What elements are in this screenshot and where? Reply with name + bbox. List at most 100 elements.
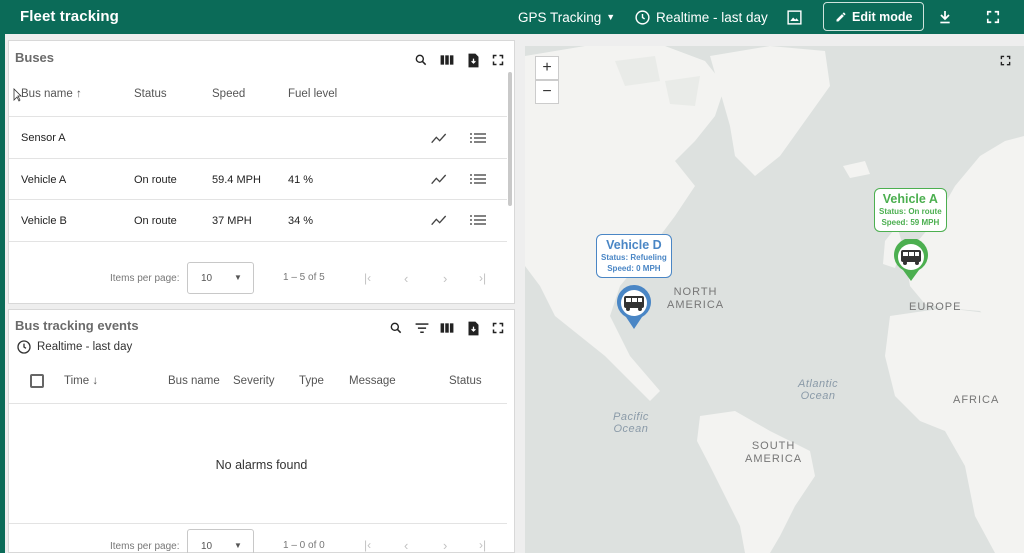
clock-icon xyxy=(635,9,650,25)
divider xyxy=(9,199,507,200)
cell-speed: 59.4 MPH xyxy=(212,174,261,186)
map-label-north-america: NORTH AMERICA xyxy=(667,286,725,311)
edit-mode-label: Edit mode xyxy=(852,9,913,24)
zoom-out-button[interactable]: − xyxy=(535,80,559,104)
previous-page-icon[interactable]: ‹ xyxy=(404,538,408,553)
clock-icon xyxy=(17,340,31,354)
page-range: 1 – 0 of 0 xyxy=(283,540,325,551)
details-list-icon[interactable] xyxy=(470,212,486,228)
columns-icon[interactable] xyxy=(439,52,455,68)
map-label-europe: EUROPE xyxy=(909,301,962,313)
bus-marker-icon xyxy=(894,238,928,281)
map-label-south-america: SOUTH AMERICA xyxy=(745,440,803,465)
dashboard-state-label: GPS Tracking xyxy=(518,9,602,25)
cell-status: On route xyxy=(134,174,177,186)
edit-mode-button[interactable]: Edit mode xyxy=(823,2,925,31)
fullscreen-icon[interactable] xyxy=(490,52,506,68)
cell-speed: 37 MPH xyxy=(212,215,252,227)
divider xyxy=(9,116,507,117)
details-list-icon[interactable] xyxy=(470,130,486,146)
download-button[interactable] xyxy=(937,0,953,34)
cell-bus-name: Vehicle B xyxy=(21,215,67,227)
bus-marker-icon xyxy=(617,285,651,329)
export-file-icon[interactable] xyxy=(465,320,481,336)
column-header-bus-name[interactable]: Bus name ↑ xyxy=(21,88,82,100)
map-fullscreen-icon[interactable] xyxy=(997,52,1013,68)
pencil-icon xyxy=(836,11,846,21)
items-per-page-select[interactable]: 10 ▼ xyxy=(187,529,254,553)
search-icon[interactable] xyxy=(413,52,429,68)
map-widget[interactable]: NORTH AMERICA EUROPE AFRICA SOUTH AMERICA … xyxy=(525,46,1024,553)
items-per-page-value: 10 xyxy=(201,541,213,552)
first-page-icon[interactable]: |‹ xyxy=(364,271,371,285)
empty-state-text: No alarms found xyxy=(215,458,308,472)
column-header-bus-name[interactable]: Bus name xyxy=(168,375,220,387)
vehicle-name: Vehicle A xyxy=(882,192,938,206)
columns-icon[interactable] xyxy=(439,320,455,336)
vehicle-a-tooltip: Vehicle A Status: On route Speed: 59 MPH xyxy=(874,188,947,232)
cell-status: On route xyxy=(134,215,177,227)
details-list-icon[interactable] xyxy=(470,171,486,187)
fullscreen-icon[interactable] xyxy=(490,320,506,336)
dropdown-arrow-icon: ▼ xyxy=(606,12,616,22)
chart-icon[interactable] xyxy=(431,171,447,187)
cell-bus-name: Vehicle A xyxy=(21,174,67,186)
buses-title: Buses xyxy=(15,50,55,65)
select-all-checkbox[interactable] xyxy=(30,374,44,388)
vehicle-speed: Speed: 59 MPH xyxy=(881,218,940,227)
vehicle-d-marker[interactable] xyxy=(614,285,654,336)
column-header-status[interactable]: Status xyxy=(134,88,167,100)
column-header-status[interactable]: Status xyxy=(449,375,482,387)
top-toolbar: Fleet tracking GPS Tracking ▼ Realtime -… xyxy=(0,0,1024,34)
filter-icon[interactable] xyxy=(414,320,430,336)
column-header-type[interactable]: Type xyxy=(299,375,324,387)
sidebar-strip xyxy=(0,34,5,553)
dashboard-state-select[interactable]: GPS Tracking ▼ xyxy=(518,0,615,34)
vehicle-name: Vehicle D xyxy=(606,238,662,252)
download-icon xyxy=(940,11,950,24)
timewindow-label: Realtime - last day xyxy=(656,9,768,25)
items-per-page-label: Items per page: xyxy=(110,541,180,552)
next-page-icon[interactable]: › xyxy=(443,538,447,553)
divider xyxy=(9,241,507,242)
dropdown-arrow-icon: ▼ xyxy=(234,541,242,550)
vehicle-a-marker[interactable] xyxy=(891,238,931,288)
chart-icon[interactable] xyxy=(431,130,447,146)
export-file-icon[interactable] xyxy=(465,52,481,68)
vehicle-d-tooltip: Vehicle D Status: Refueling Speed: 0 MPH xyxy=(596,234,672,278)
column-header-time[interactable]: Time ↓ xyxy=(64,375,98,387)
sort-arrow-up-icon: ↑ xyxy=(75,88,82,100)
divider xyxy=(9,523,507,524)
fullscreen-icon xyxy=(986,10,1000,24)
vehicle-speed: Speed: 0 MPH xyxy=(607,264,661,273)
column-header-message[interactable]: Message xyxy=(349,375,396,387)
mouse-cursor-icon xyxy=(13,88,22,102)
column-header-severity[interactable]: Severity xyxy=(233,375,275,387)
items-per-page-label: Items per page: xyxy=(110,273,180,284)
next-page-icon[interactable]: › xyxy=(443,271,447,286)
column-header-fuel-level[interactable]: Fuel level xyxy=(288,88,337,100)
last-page-icon[interactable]: ›| xyxy=(479,271,486,285)
chart-icon[interactable] xyxy=(431,212,447,228)
scrollbar[interactable] xyxy=(508,72,512,206)
zoom-in-button[interactable]: + xyxy=(535,56,559,80)
map-label-atlantic-ocean: Atlantic Ocean xyxy=(798,378,839,402)
last-page-icon[interactable]: ›| xyxy=(479,538,486,552)
dashboard-image-button[interactable] xyxy=(786,0,803,34)
search-icon[interactable] xyxy=(388,320,404,336)
vehicle-status: Status: On route xyxy=(879,207,942,216)
sort-arrow-down-icon: ↓ xyxy=(92,375,99,387)
events-timewindow-label: Realtime - last day xyxy=(37,341,133,353)
events-timewindow[interactable]: Realtime - last day xyxy=(16,339,132,355)
fullscreen-button[interactable] xyxy=(986,0,1000,34)
timewindow-button[interactable]: Realtime - last day xyxy=(634,0,768,34)
map-label-pacific-ocean: Pacific Ocean xyxy=(613,411,649,435)
divider xyxy=(9,403,507,404)
previous-page-icon[interactable]: ‹ xyxy=(404,271,408,286)
items-per-page-value: 10 xyxy=(201,273,213,284)
page-range: 1 – 5 of 5 xyxy=(283,272,325,283)
image-icon xyxy=(787,9,802,25)
items-per-page-select[interactable]: 10 ▼ xyxy=(187,262,254,294)
first-page-icon[interactable]: |‹ xyxy=(364,538,371,552)
column-header-speed[interactable]: Speed xyxy=(212,88,245,100)
